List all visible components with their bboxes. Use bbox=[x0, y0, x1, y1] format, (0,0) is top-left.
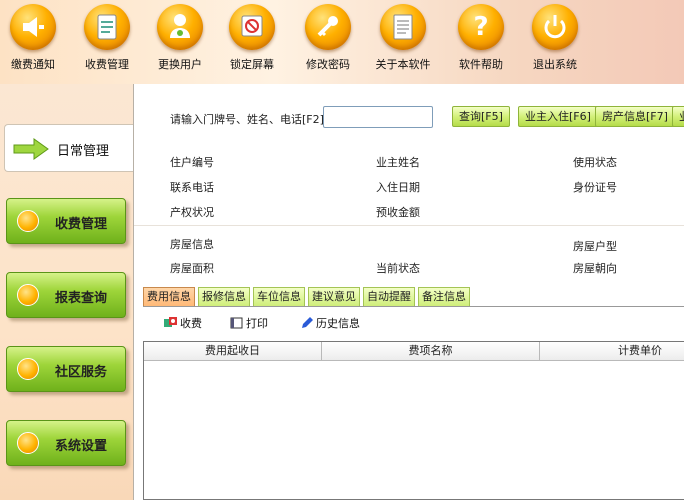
action-toolbar: 收费 打印 历史信息 bbox=[143, 307, 684, 338]
checkin-date-label: 入住日期 bbox=[376, 181, 420, 194]
charge-icon bbox=[164, 317, 178, 329]
print-icon bbox=[230, 317, 244, 329]
tab-fee-info[interactable]: 费用信息 bbox=[143, 287, 195, 307]
toolbar-label: 缴费通知 bbox=[11, 58, 55, 71]
key-icon bbox=[305, 4, 351, 50]
toolbar-label: 锁定屏幕 bbox=[230, 58, 274, 71]
search-input[interactable] bbox=[323, 106, 433, 128]
house-info-label: 房屋信息 bbox=[170, 238, 214, 251]
sidebar-item-label: 报表查询 bbox=[55, 291, 108, 306]
document-icon bbox=[380, 4, 426, 50]
sidebar-item-community[interactable]: 社区服务 bbox=[6, 346, 126, 392]
notice-icon bbox=[10, 4, 56, 50]
toolbar-label: 软件帮助 bbox=[459, 58, 503, 71]
tab-repair-info[interactable]: 报修信息 bbox=[198, 287, 250, 307]
charge-button[interactable]: 收费 bbox=[164, 315, 202, 331]
id-card-label: 身份证号 bbox=[573, 181, 617, 194]
toolbar-lock-screen-button[interactable]: 锁定屏幕 bbox=[217, 4, 287, 72]
toolbar-switch-user-button[interactable]: 更换用户 bbox=[145, 4, 215, 72]
toolbar-payment-notice-button[interactable]: 缴费通知 bbox=[0, 4, 68, 72]
column-header-start-date[interactable]: 费用起收日 bbox=[144, 342, 322, 361]
sidebar-item-daily-management[interactable]: 日常管理 bbox=[4, 124, 134, 172]
toolbar-label: 退出系统 bbox=[533, 58, 577, 71]
tab-remarks[interactable]: 备注信息 bbox=[418, 287, 470, 307]
top-toolbar: 缴费通知 收费管理 更换用户 锁定屏幕 修改密码 关于本软件 ? 软件帮助 退出… bbox=[0, 0, 684, 84]
house-area-label: 房屋面积 bbox=[170, 262, 214, 275]
history-label: 历史信息 bbox=[316, 317, 360, 330]
print-button[interactable]: 打印 bbox=[230, 315, 268, 331]
orb-icon bbox=[17, 358, 39, 380]
sidebar-item-settings[interactable]: 系统设置 bbox=[6, 420, 126, 466]
house-orientation-label: 房屋朝向 bbox=[573, 262, 617, 275]
tab-auto-reminder[interactable]: 自动提醒 bbox=[363, 287, 415, 307]
tab-parking-info[interactable]: 车位信息 bbox=[253, 287, 305, 307]
usage-status-label: 使用状态 bbox=[573, 156, 617, 169]
fee-table[interactable]: 费用起收日 费项名称 计费单价 bbox=[143, 341, 684, 500]
sidebar-item-label: 社区服务 bbox=[55, 365, 108, 380]
sidebar-item-label: 系统设置 bbox=[55, 439, 108, 454]
more-button[interactable]: 业 bbox=[672, 106, 684, 127]
table-header: 费用起收日 费项名称 计费单价 bbox=[144, 342, 684, 361]
main-panel: 请输入门牌号、姓名、电话[F2] 查询[F5] 业主入住[F6] 房产信息[F7… bbox=[133, 84, 684, 500]
lock-screen-icon bbox=[229, 4, 275, 50]
help-icon: ? bbox=[458, 4, 504, 50]
owner-name-label: 业主姓名 bbox=[376, 156, 420, 169]
toolbar-change-password-button[interactable]: 修改密码 bbox=[293, 4, 363, 72]
column-header-item-name[interactable]: 费项名称 bbox=[322, 342, 540, 361]
charge-label: 收费 bbox=[180, 317, 202, 330]
orb-icon bbox=[17, 210, 39, 232]
prepaid-amount-label: 预收金额 bbox=[376, 206, 420, 219]
phone-label: 联系电话 bbox=[170, 181, 214, 194]
toolbar-label: 修改密码 bbox=[306, 58, 350, 71]
pencil-icon bbox=[300, 317, 314, 329]
search-label: 请输入门牌号、姓名、电话[F2] bbox=[170, 113, 324, 126]
sidebar-item-reports[interactable]: 报表查询 bbox=[6, 272, 126, 318]
sidebar-item-label: 日常管理 bbox=[57, 144, 110, 159]
arrow-right-icon bbox=[13, 138, 49, 163]
sidebar-item-label: 收费管理 bbox=[55, 217, 108, 232]
toolbar-label: 更换用户 bbox=[158, 58, 202, 71]
house-info-button[interactable]: 房产信息[F7] bbox=[595, 106, 675, 127]
sidebar-item-billing[interactable]: 收费管理 bbox=[6, 198, 126, 244]
house-type-label: 房屋户型 bbox=[573, 240, 617, 253]
household-no-label: 住户编号 bbox=[170, 156, 214, 169]
toolbar-label: 收费管理 bbox=[85, 58, 129, 71]
toolbar-about-button[interactable]: 关于本软件 bbox=[368, 4, 438, 72]
property-status-label: 产权状况 bbox=[170, 206, 214, 219]
orb-icon bbox=[17, 284, 39, 306]
tab-suggestions[interactable]: 建议意见 bbox=[308, 287, 360, 307]
history-button[interactable]: 历史信息 bbox=[300, 315, 360, 331]
toolbar-label: 关于本软件 bbox=[375, 58, 431, 71]
toolbar-exit-button[interactable]: 退出系统 bbox=[520, 4, 590, 72]
divider bbox=[134, 225, 684, 226]
toolbar-help-button[interactable]: ? 软件帮助 bbox=[446, 4, 516, 72]
orb-icon bbox=[17, 432, 39, 454]
user-switch-icon bbox=[157, 4, 203, 50]
toolbar-billing-button[interactable]: 收费管理 bbox=[72, 4, 142, 72]
owner-checkin-button[interactable]: 业主入住[F6] bbox=[518, 106, 598, 127]
current-status-label: 当前状态 bbox=[376, 262, 420, 275]
print-label: 打印 bbox=[246, 317, 268, 330]
clipboard-icon bbox=[84, 4, 130, 50]
power-icon bbox=[532, 4, 578, 50]
query-button[interactable]: 查询[F5] bbox=[452, 106, 510, 127]
column-header-unit-price[interactable]: 计费单价 bbox=[540, 342, 684, 361]
